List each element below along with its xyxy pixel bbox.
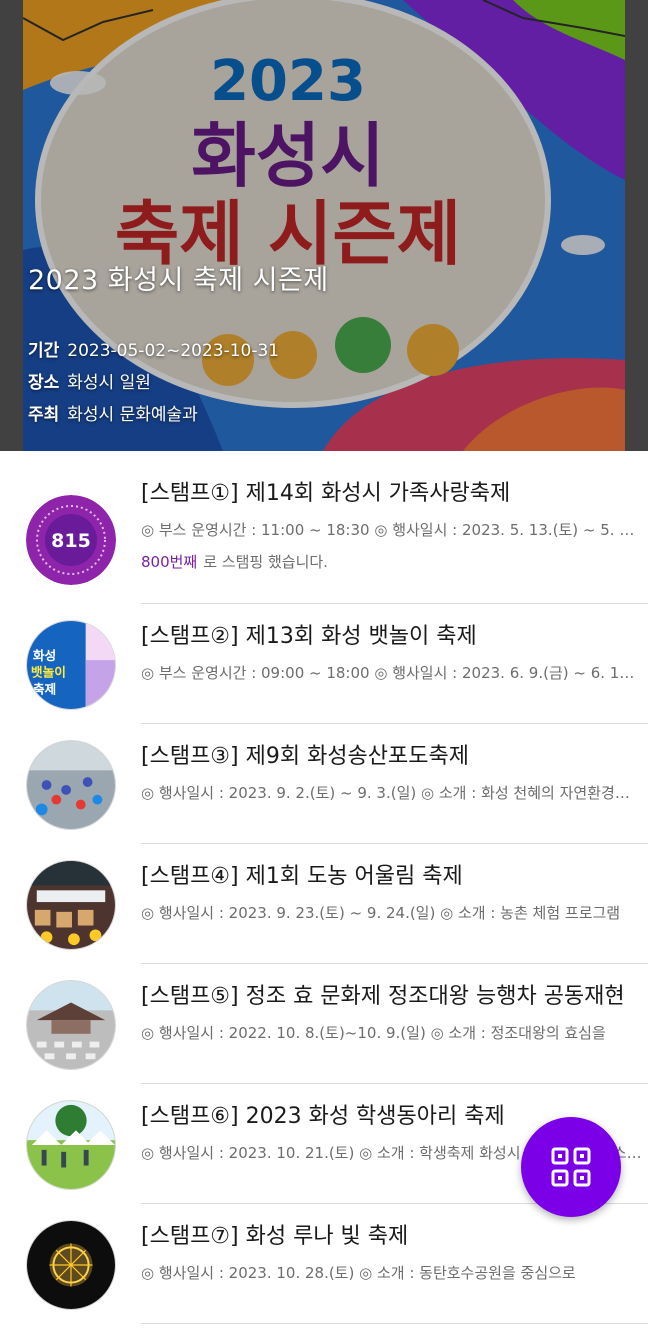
divider xyxy=(141,1323,648,1324)
stamp-title: [스탬프③] 제9회 화성송산포도축제 xyxy=(141,744,469,769)
festival-place: 장소 화성시 일원 xyxy=(28,368,151,393)
qr-scan-button[interactable] xyxy=(521,1117,621,1217)
festival-thumbnail xyxy=(26,860,116,950)
stamp-title: [스탬프②] 제13회 화성 뱃놀이 축제 xyxy=(141,624,477,649)
stamp-info: ◎ 행사일시 : 2023. 9. 2.(토) ~ 9. 3.(일) ◎ 소개 … xyxy=(141,784,643,802)
qr-code-icon xyxy=(551,1147,591,1187)
thumb-text-3: 축제 xyxy=(33,681,56,696)
stamp-title: [스탬프⑦] 화성 루나 빛 축제 xyxy=(141,1224,409,1249)
festival-hero-banner: 2023 화성시 축제 시즌제 2023 화성시 축제 시즌제 기간 2023-0… xyxy=(0,0,648,451)
host-value: 화성시 문화예술과 xyxy=(67,405,198,425)
stamp-badge-thumbnail: 815 xyxy=(26,495,116,585)
festival-period: 기간 2023-05-02~2023-10-31 xyxy=(28,336,279,361)
stamp-info: ◎ 부스 운영시간 : 11:00 ~ 18:30 ◎ 행사일시 : 2023.… xyxy=(141,521,648,539)
hero-info: 2023 화성시 축제 시즌제 xyxy=(28,258,329,297)
stamp-status-text: 로 스탬핑 했습니다. xyxy=(203,553,328,571)
festival-title: 2023 화성시 축제 시즌제 xyxy=(28,265,329,296)
stamp-info: ◎ 행사일시 : 2023. 9. 23.(토) ~ 9. 24.(일) ◎ 소… xyxy=(141,904,621,922)
thumb-text-1: 화성 xyxy=(33,648,56,663)
festival-thumbnail xyxy=(26,1220,116,1310)
festival-thumbnail xyxy=(26,1100,116,1190)
stamp-item-1[interactable]: 815 [스탬프①] 제14회 화성시 가족사랑축제 ◎ 부스 운영시간 : 1… xyxy=(0,451,648,604)
festival-thumbnail xyxy=(26,980,116,1070)
place-value: 화성시 일원 xyxy=(67,373,151,393)
festival-thumbnail: 화성 뱃놀이 축제 xyxy=(26,620,116,710)
stamp-item-5[interactable]: [스탬프⑤] 정조 효 문화제 정조대왕 능행차 공동재현 ◎ 행사일시 : 2… xyxy=(0,964,648,1084)
period-value: 2023-05-02~2023-10-31 xyxy=(67,341,280,361)
stamp-item-4[interactable]: [스탬프④] 제1회 도농 어울림 축제 ◎ 행사일시 : 2023. 9. 2… xyxy=(0,844,648,964)
stamp-item-3[interactable]: [스탬프③] 제9회 화성송산포도축제 ◎ 행사일시 : 2023. 9. 2.… xyxy=(0,724,648,844)
stamp-item-2[interactable]: 화성 뱃놀이 축제 [스탬프②] 제13회 화성 뱃놀이 축제 ◎ 부스 운영시… xyxy=(0,604,648,724)
festival-host: 주최 화성시 문화예술과 xyxy=(28,400,198,425)
stamp-count: 800번째 xyxy=(141,553,198,571)
stamp-status: 800번째 로 스탬핑 했습니다. xyxy=(141,547,648,577)
festival-thumbnail xyxy=(26,740,116,830)
stamp-info: ◎ 행사일시 : 2022. 10. 8.(토)~10. 9.(일) ◎ 소개 … xyxy=(141,1024,606,1042)
period-label: 기간 xyxy=(28,341,60,361)
stamp-badge-number: 815 xyxy=(51,530,91,552)
stamp-title: [스탬프⑤] 정조 효 문화제 정조대왕 능행차 공동재현 xyxy=(141,984,625,1009)
place-label: 장소 xyxy=(28,373,60,393)
stamp-item-7[interactable]: [스탬프⑦] 화성 루나 빛 축제 ◎ 행사일시 : 2023. 10. 28.… xyxy=(0,1204,648,1324)
stamp-info: ◎ 부스 운영시간 : 09:00 ~ 18:00 ◎ 행사일시 : 2023.… xyxy=(141,664,648,682)
stamp-info: ◎ 행사일시 : 2023. 10. 28.(토) ◎ 소개 : 동탄호수공원을… xyxy=(141,1264,576,1282)
stamp-title: [스탬프④] 제1회 도농 어울림 축제 xyxy=(141,864,463,889)
stamp-title: [스탬프①] 제14회 화성시 가족사랑축제 xyxy=(141,481,511,506)
host-label: 주최 xyxy=(28,405,60,425)
thumb-text-2: 뱃놀이 xyxy=(31,665,66,680)
